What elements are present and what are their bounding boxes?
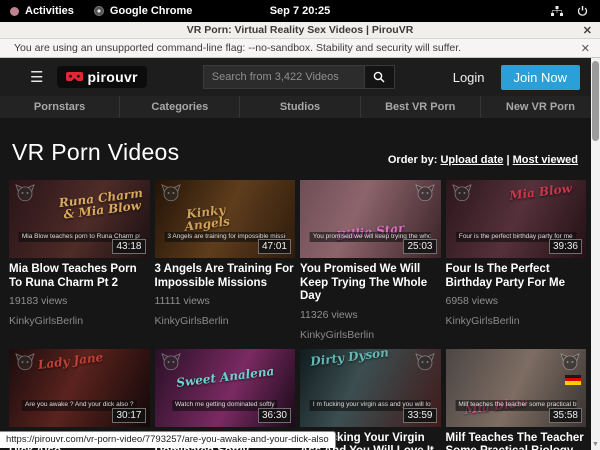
scrollbar-track[interactable]: ▼ (591, 58, 600, 450)
order-separator: | (503, 154, 512, 166)
chrome-infobar: You are using an unsupported command-lin… (0, 39, 600, 58)
site-logo-text: pirouvr (87, 69, 137, 85)
chrome-app-icon (94, 6, 104, 16)
video-views: 11111 views (155, 295, 296, 307)
order-by-label: Order by: (388, 154, 438, 166)
join-now-button[interactable]: Join Now (501, 65, 580, 90)
video-views: 6958 views (446, 295, 587, 307)
video-thumbnail[interactable]: Runa Charm & Mia Blow Mia Blow teaches p… (9, 180, 150, 258)
studio-watermark-cat-icon (415, 353, 435, 371)
window-title: VR Porn: Virtual Reality Sex Videos | Pi… (187, 24, 414, 36)
window-close-icon[interactable]: ✕ (583, 24, 592, 37)
video-thumbnail[interactable]: Mia Blow Milf teaches the teacher some p… (446, 349, 587, 427)
video-title-link[interactable]: 3 Angels Are Training For Impossible Mis… (155, 263, 296, 290)
duration-badge: 39:36 (549, 239, 582, 254)
thumbnail-overlay-title: Dirty Dyson (306, 349, 394, 368)
duration-badge: 25:03 (403, 239, 436, 254)
scrollbar-thumb[interactable] (592, 61, 599, 141)
power-icon[interactable] (577, 6, 588, 17)
order-upload-date-link[interactable]: Upload date (440, 154, 503, 166)
network-tree-icon[interactable] (551, 6, 563, 17)
activities-button[interactable]: Activities (25, 5, 74, 17)
studio-watermark-cat-icon (15, 184, 35, 202)
infobar-close-icon[interactable]: ✕ (581, 42, 590, 55)
login-link[interactable]: Login (453, 70, 485, 85)
search-icon (373, 71, 385, 83)
studio-watermark-cat-icon (560, 353, 580, 371)
german-flag-icon (565, 375, 581, 385)
duration-badge: 35:58 (549, 408, 582, 423)
video-title-link[interactable]: Four Is The Perfect Birthday Party For M… (446, 263, 587, 290)
studio-watermark-cat-icon (415, 184, 435, 202)
video-title-link[interactable]: Milf Teaches The Teacher Some Practical … (446, 432, 587, 450)
thumbnail-overlay-title: Kinky Angels (161, 201, 250, 236)
search-bar (203, 65, 395, 89)
video-thumbnail[interactable]: Mia Blow Four is the perfect birthday pa… (446, 180, 587, 258)
studio-watermark-cat-icon (161, 184, 181, 202)
video-views: 11326 views (300, 309, 441, 321)
site-header: ☰ pirouvr Login Join Now (0, 58, 600, 96)
studio-watermark-cat-icon (161, 353, 181, 371)
studio-link[interactable]: KinkyGirlsBerlin (300, 329, 441, 341)
video-grid: Runa Charm & Mia Blow Mia Blow teaches p… (0, 180, 600, 450)
order-by: Order by: Upload date | Most viewed (388, 154, 578, 166)
window-title-bar: VR Porn: Virtual Reality Sex Videos | Pi… (0, 22, 600, 39)
search-button[interactable] (365, 65, 395, 89)
gnome-top-bar: Activities Google Chrome Sep 7 20:25 (0, 0, 600, 22)
nav-item-new-vr-porn[interactable]: New VR Porn (481, 96, 600, 118)
video-card[interactable]: Kinky Angels 3 Angels are training for i… (155, 180, 296, 341)
video-card[interactable]: Billie Star You promised we will keep tr… (300, 180, 441, 341)
browser-viewport: ☰ pirouvr Login Join Now (0, 58, 600, 450)
page-title: VR Porn Videos (12, 139, 179, 166)
status-url-bar: https://pirouvr.com/vr-porn-video/779325… (0, 431, 336, 448)
video-thumbnail[interactable]: Dirty Dyson I m fucking your virgin ass … (300, 349, 441, 427)
duration-badge: 43:18 (112, 239, 145, 254)
desktop-screen: Activities Google Chrome Sep 7 20:25 VR … (0, 0, 600, 450)
hamburger-menu-icon[interactable]: ☰ (30, 70, 43, 85)
studio-watermark-cat-icon (452, 184, 472, 202)
video-title-link[interactable]: You Promised We Will Keep Trying The Who… (300, 263, 441, 304)
chrome-app-menu[interactable]: Google Chrome (110, 5, 193, 17)
thumbnail-overlay-title: Lady Jane (27, 349, 115, 372)
video-thumbnail[interactable]: Kinky Angels 3 Angels are training for i… (155, 180, 296, 258)
video-card[interactable]: Runa Charm & Mia Blow Mia Blow teaches p… (9, 180, 150, 341)
activities-indicator-icon (10, 7, 19, 16)
video-thumbnail[interactable]: Sweet Analena Watch me getting dominated… (155, 349, 296, 427)
main-nav: PornstarsCategoriesStudiosBest VR PornNe… (0, 96, 600, 118)
video-thumbnail[interactable]: Lady Jane Are you awake ? And your dick … (9, 349, 150, 427)
vr-headset-icon (66, 72, 83, 83)
page-head: VR Porn Videos Order by: Upload date | M… (0, 118, 600, 180)
video-card[interactable]: Mia Blow Milf teaches the teacher some p… (446, 349, 587, 450)
duration-badge: 33:59 (403, 408, 436, 423)
infobar-message: You are using an unsupported command-lin… (0, 42, 461, 54)
order-most-viewed-link[interactable]: Most viewed (513, 154, 578, 166)
search-input[interactable] (203, 65, 365, 89)
studio-link[interactable]: KinkyGirlsBerlin (9, 315, 150, 327)
thumbnail-overlay-title: Runa Charm & Mia Blow (57, 187, 146, 222)
video-thumbnail[interactable]: Billie Star You promised we will keep tr… (300, 180, 441, 258)
nav-item-categories[interactable]: Categories (120, 96, 240, 118)
video-title-link[interactable]: Mia Blow Teaches Porn To Runa Charm Pt 2 (9, 263, 150, 290)
nav-item-best-vr-porn[interactable]: Best VR Porn (361, 96, 481, 118)
duration-badge: 36:30 (258, 408, 291, 423)
thumbnail-overlay-title: Mia Blow (496, 181, 584, 204)
nav-item-studios[interactable]: Studios (240, 96, 360, 118)
scrollbar-down-arrow-icon[interactable]: ▼ (591, 441, 600, 448)
video-card[interactable]: Mia Blow Four is the perfect birthday pa… (446, 180, 587, 341)
site-logo[interactable]: pirouvr (57, 66, 146, 88)
studio-link[interactable]: KinkyGirlsBerlin (155, 315, 296, 327)
duration-badge: 30:17 (112, 408, 145, 423)
studio-link[interactable]: KinkyGirlsBerlin (446, 315, 587, 327)
nav-item-pornstars[interactable]: Pornstars (0, 96, 120, 118)
duration-badge: 47:01 (258, 239, 291, 254)
video-views: 19183 views (9, 295, 150, 307)
